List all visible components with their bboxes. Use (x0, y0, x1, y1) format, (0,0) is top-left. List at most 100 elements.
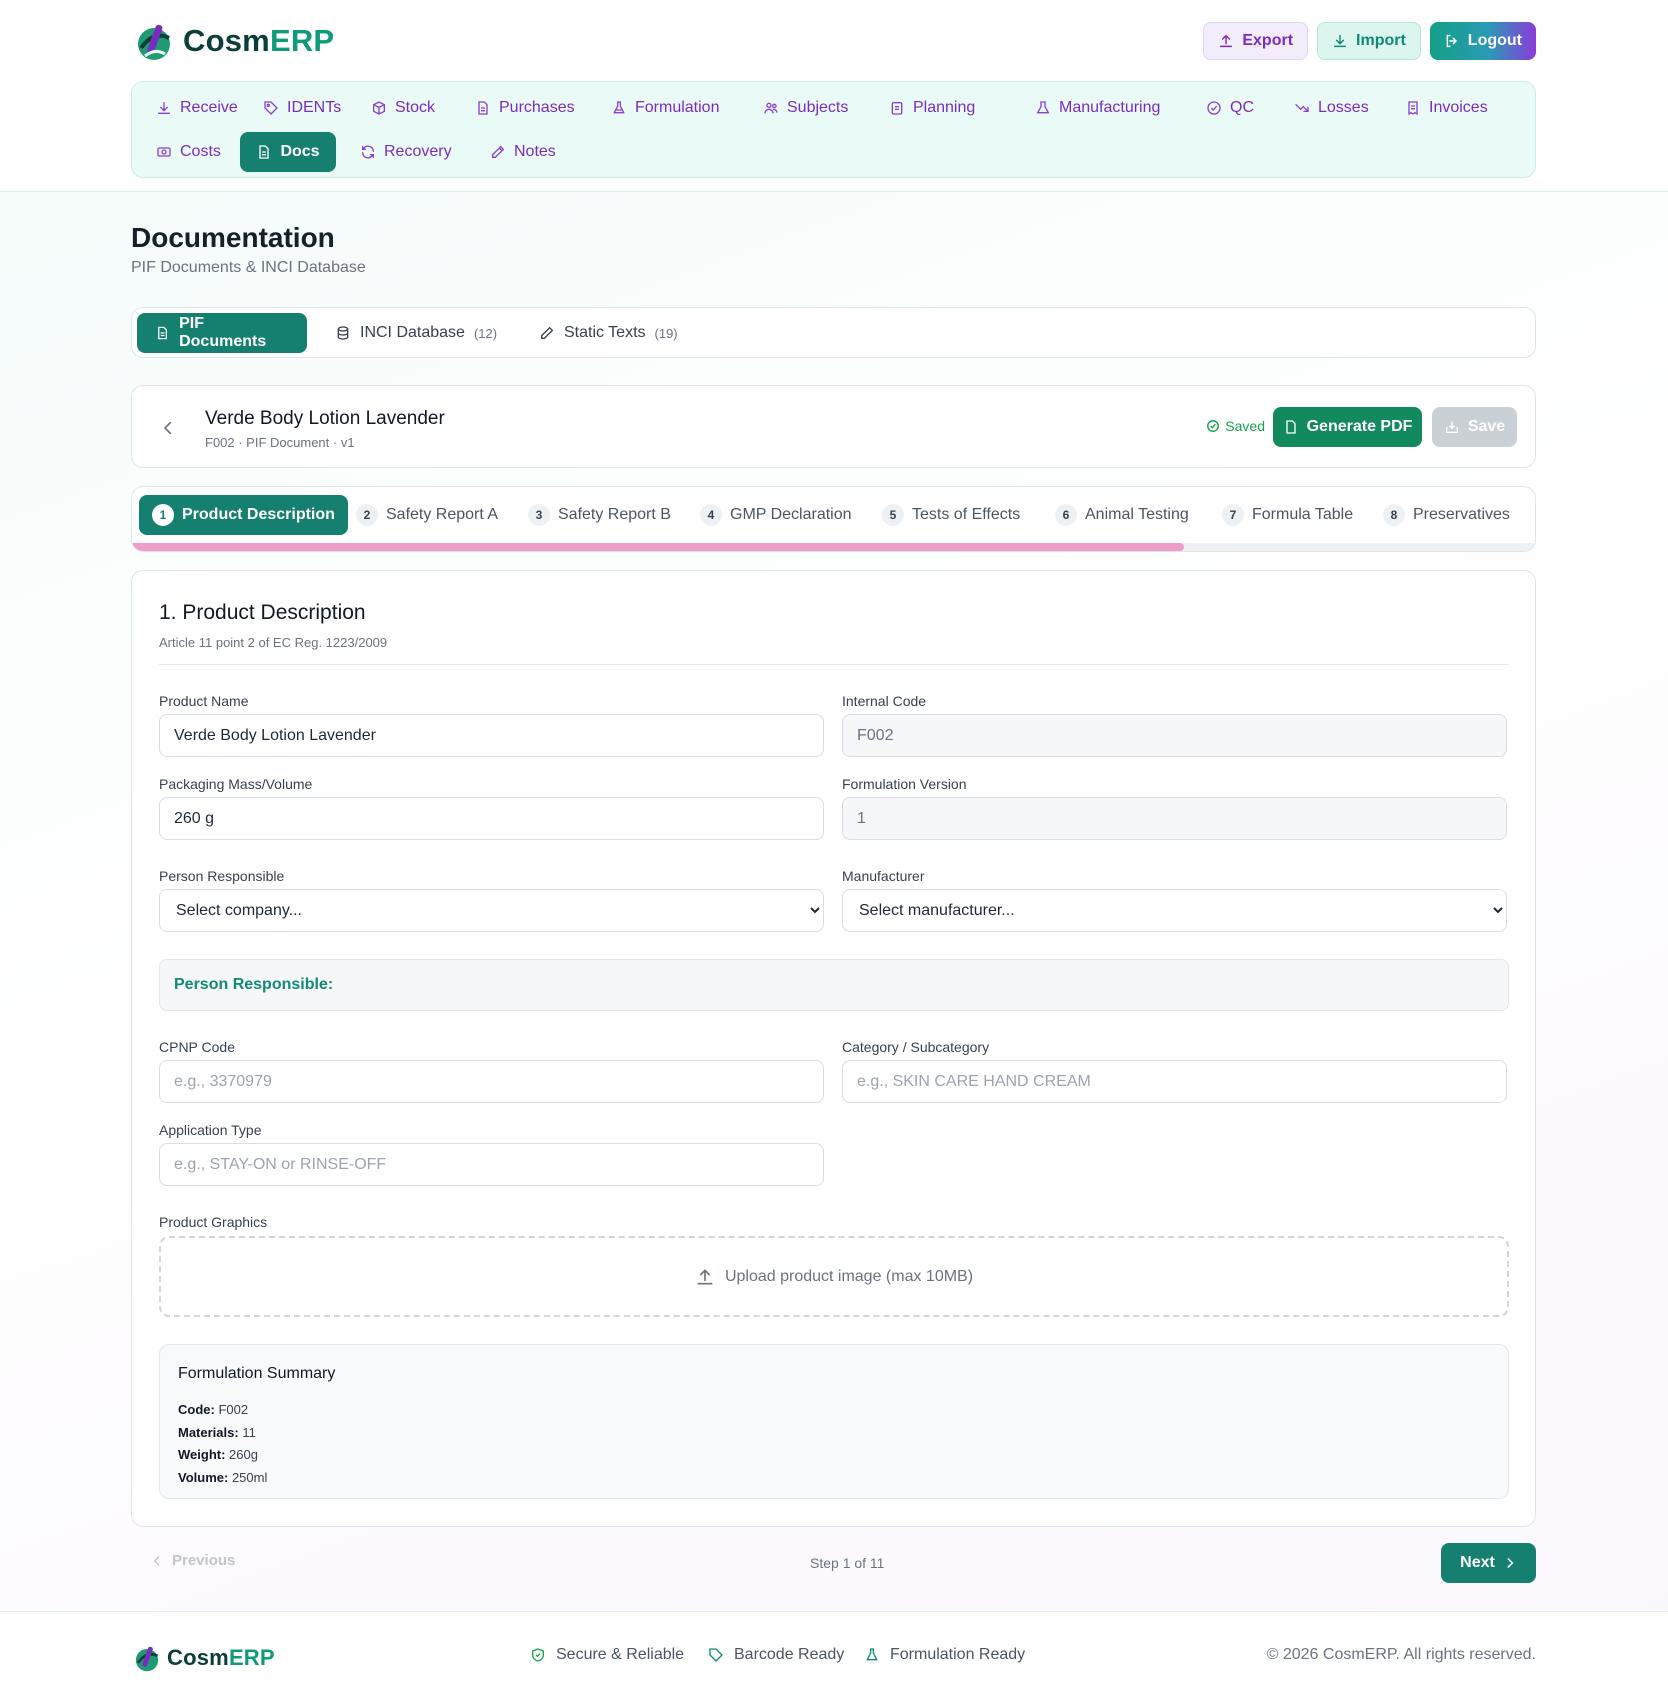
chevron-left-icon (163, 421, 172, 435)
nav-item-purchases[interactable]: Purchases (463, 88, 587, 128)
internal-code-input[interactable] (842, 714, 1507, 757)
step-product-description[interactable]: 1 Product Description (139, 495, 348, 535)
person-responsible-select[interactable]: Select company... (159, 889, 824, 932)
box-icon (373, 101, 385, 115)
chevron-left-icon (153, 1555, 160, 1566)
logout-button[interactable]: Logout (1429, 22, 1536, 60)
product-name-input[interactable] (159, 714, 824, 757)
nav-item-losses[interactable]: Losses (1282, 88, 1381, 128)
application-type-label: Application Type (159, 1122, 262, 1138)
step-safety-report-b[interactable]: 3 Safety Report B (515, 495, 684, 535)
document-subtitle: F002 · PIF Document · v1 (205, 435, 355, 450)
file-icon (478, 101, 488, 115)
tab-pif-documents[interactable]: PIF Documents (137, 313, 307, 353)
coins-icon (157, 147, 171, 157)
save-button[interactable]: Save (1432, 407, 1517, 447)
main-nav: Receive IDENTs Stock Purchases Formulati… (131, 81, 1536, 178)
product-description-card: 1. Product Description Article 11 point … (131, 570, 1536, 1527)
flask-icon (613, 101, 625, 114)
step-preservatives[interactable]: 8 Preservatives (1370, 495, 1523, 535)
back-button[interactable] (154, 414, 182, 442)
beaker-icon (1036, 101, 1050, 114)
application-type-input[interactable] (159, 1143, 824, 1186)
step-safety-report-a[interactable]: 2 Safety Report A (343, 495, 511, 535)
category-input[interactable] (842, 1060, 1507, 1103)
check-circle-icon (1207, 101, 1221, 115)
chevron-right-icon (1507, 1558, 1514, 1568)
nav-item-manufacturing[interactable]: Manufacturing (1023, 88, 1172, 128)
packaging-input[interactable] (159, 797, 824, 840)
person-responsible-box: Person Responsible: (159, 959, 1509, 1011)
download-icon (158, 102, 170, 114)
nav-item-planning[interactable]: Planning (877, 88, 987, 128)
nav-item-formulation[interactable]: Formulation (599, 88, 731, 128)
edit-icon (492, 145, 505, 158)
docs-tabs: PIF Documents INCI Database (12) Static T… (131, 307, 1536, 358)
cpnp-input[interactable] (159, 1060, 824, 1103)
export-button[interactable]: Export (1203, 22, 1309, 60)
shield-icon (532, 1648, 544, 1662)
tab-inci-database[interactable]: INCI Database (12) (317, 313, 515, 353)
nav-item-costs[interactable]: Costs (144, 132, 233, 172)
step-tests-of-effects[interactable]: 5 Tests of Effects (869, 495, 1033, 535)
summary-code: Code: F002 (178, 1402, 249, 1417)
nav-item-notes[interactable]: Notes (478, 132, 568, 172)
step-gmp-declaration[interactable]: 4 GMP Declaration (687, 495, 865, 535)
nav-item-stock[interactable]: Stock (359, 88, 447, 128)
upload-icon (1220, 34, 1233, 48)
product-graphics-label: Product Graphics (159, 1214, 268, 1230)
refresh-icon (362, 145, 374, 159)
upload-icon (697, 1268, 713, 1284)
generate-pdf-button[interactable]: Generate PDF (1273, 407, 1422, 447)
document-header: Verde Body Lotion Lavender F002 · PIF Do… (131, 385, 1536, 468)
divider (159, 664, 1509, 665)
nav-item-recovery[interactable]: Recovery (348, 132, 464, 172)
summary-volume: Volume: 250ml (178, 1470, 268, 1485)
import-button[interactable]: Import (1317, 22, 1421, 60)
nav-item-invoices[interactable]: Invoices (1393, 88, 1500, 128)
step-animal-testing[interactable]: 6 Animal Testing (1042, 495, 1202, 535)
trending-down-icon (1295, 104, 1309, 112)
summary-weight: Weight: 260g (178, 1447, 258, 1462)
tab-static-texts[interactable]: Static Texts (19) (521, 313, 696, 353)
tag-icon (264, 101, 278, 115)
summary-title: Formulation Summary (178, 1365, 336, 1382)
section-subtitle: Article 11 point 2 of EC Reg. 1223/2009 (159, 635, 388, 650)
flask-icon (866, 1648, 878, 1661)
file-icon (1285, 420, 1296, 434)
summary-materials: Materials: 11 (178, 1425, 256, 1440)
check-circle-icon (1207, 420, 1220, 432)
formulation-version-input[interactable] (842, 797, 1507, 840)
tab-count: (12) (473, 325, 498, 341)
edit-icon (541, 326, 554, 339)
cpnp-label: CPNP Code (159, 1039, 236, 1055)
page-subtitle: PIF Documents & INCI Database (131, 259, 366, 276)
footer: CosmERP Secure & Reliable Barcode Ready … (0, 1611, 1668, 1700)
brand-logo[interactable]: CosmERP (131, 18, 334, 64)
download-icon (1333, 34, 1347, 48)
nav-item-idents[interactable]: IDENTs (251, 88, 353, 128)
manufacturer-select[interactable]: Select manufacturer... (842, 889, 1507, 932)
step-indicator: Step 1 of 11 (810, 1555, 885, 1571)
footer-brand[interactable]: CosmERP (131, 1642, 275, 1674)
top-header: CosmERP Export Import Logout Receive IDE… (0, 0, 1668, 192)
save-icon (1445, 421, 1458, 433)
nav-item-receive[interactable]: Receive (144, 88, 250, 128)
upload-dropzone[interactable]: Upload product image (max 10MB) (159, 1236, 1509, 1317)
manufacturer-label: Manufacturer (842, 868, 925, 884)
brand-name: CosmERP (183, 23, 335, 58)
feature-barcode: Barcode Ready (708, 1646, 844, 1664)
nav-item-qc[interactable]: QC (1194, 88, 1266, 128)
document-icon (259, 145, 270, 159)
tab-count: (19) (654, 325, 678, 341)
previous-button[interactable]: Previous (150, 1552, 235, 1569)
receipt-icon (1408, 101, 1418, 116)
nav-item-subjects[interactable]: Subjects (751, 88, 860, 128)
category-label: Category / Subcategory (842, 1039, 990, 1055)
next-button[interactable]: Next (1441, 1543, 1536, 1583)
footer-brand-name: CosmERP (167, 1645, 275, 1670)
step-formula-table[interactable]: 7 Formula Table (1209, 495, 1366, 535)
logout-icon (1446, 34, 1457, 48)
product-name-label: Product Name (159, 693, 249, 709)
nav-item-docs[interactable]: Docs (240, 132, 336, 172)
